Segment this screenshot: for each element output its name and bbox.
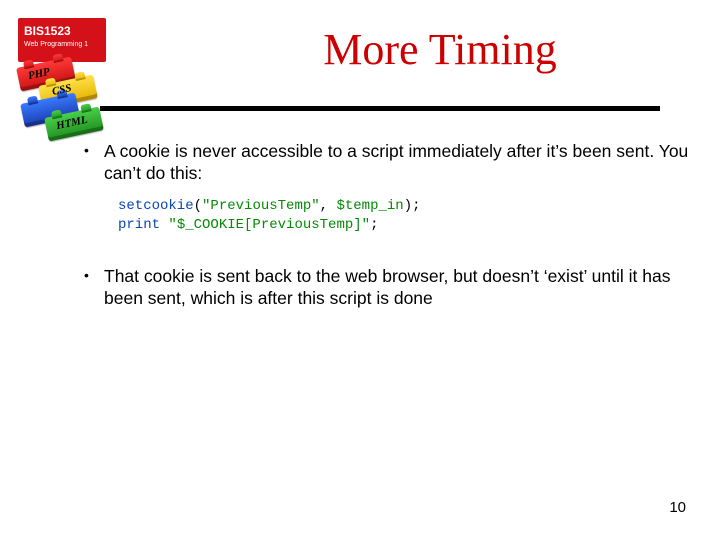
bullet-dot-icon: • <box>80 265 104 310</box>
slide-title: More Timing <box>180 24 700 75</box>
bullet-dot-icon: • <box>80 140 104 185</box>
code-line-2: print "$_COOKIE[PreviousTemp]"; <box>118 216 510 235</box>
slide: BIS1523 Web Programming 1 PHP CSS HTML M… <box>0 0 720 540</box>
bullet-1-text: A cookie is never accessible to a script… <box>104 140 690 185</box>
lego-icon: PHP CSS HTML <box>18 62 108 132</box>
course-code: BIS1523 <box>24 24 100 38</box>
code-arg1: "PreviousTemp" <box>202 198 320 214</box>
code-fn-setcookie: setcookie <box>118 198 194 214</box>
slide-body: • A cookie is never accessible to a scri… <box>80 140 690 319</box>
code-fn-print: print <box>118 217 160 233</box>
bullet-2: • That cookie is sent back to the web br… <box>80 265 690 310</box>
code-line-1: setcookie("PreviousTemp", $temp_in); <box>118 197 510 216</box>
horizontal-rule <box>100 106 660 111</box>
code-snippet: setcookie("PreviousTemp", $temp_in); pri… <box>114 195 514 237</box>
code-arg2: $temp_in <box>336 198 403 214</box>
bullet-2-text: That cookie is sent back to the web brow… <box>104 265 690 310</box>
course-subtitle: Web Programming 1 <box>24 41 100 48</box>
code-print-arg: "$_COOKIE[PreviousTemp]" <box>168 217 370 233</box>
bullet-1: • A cookie is never accessible to a scri… <box>80 140 690 185</box>
page-number: 10 <box>669 499 686 516</box>
